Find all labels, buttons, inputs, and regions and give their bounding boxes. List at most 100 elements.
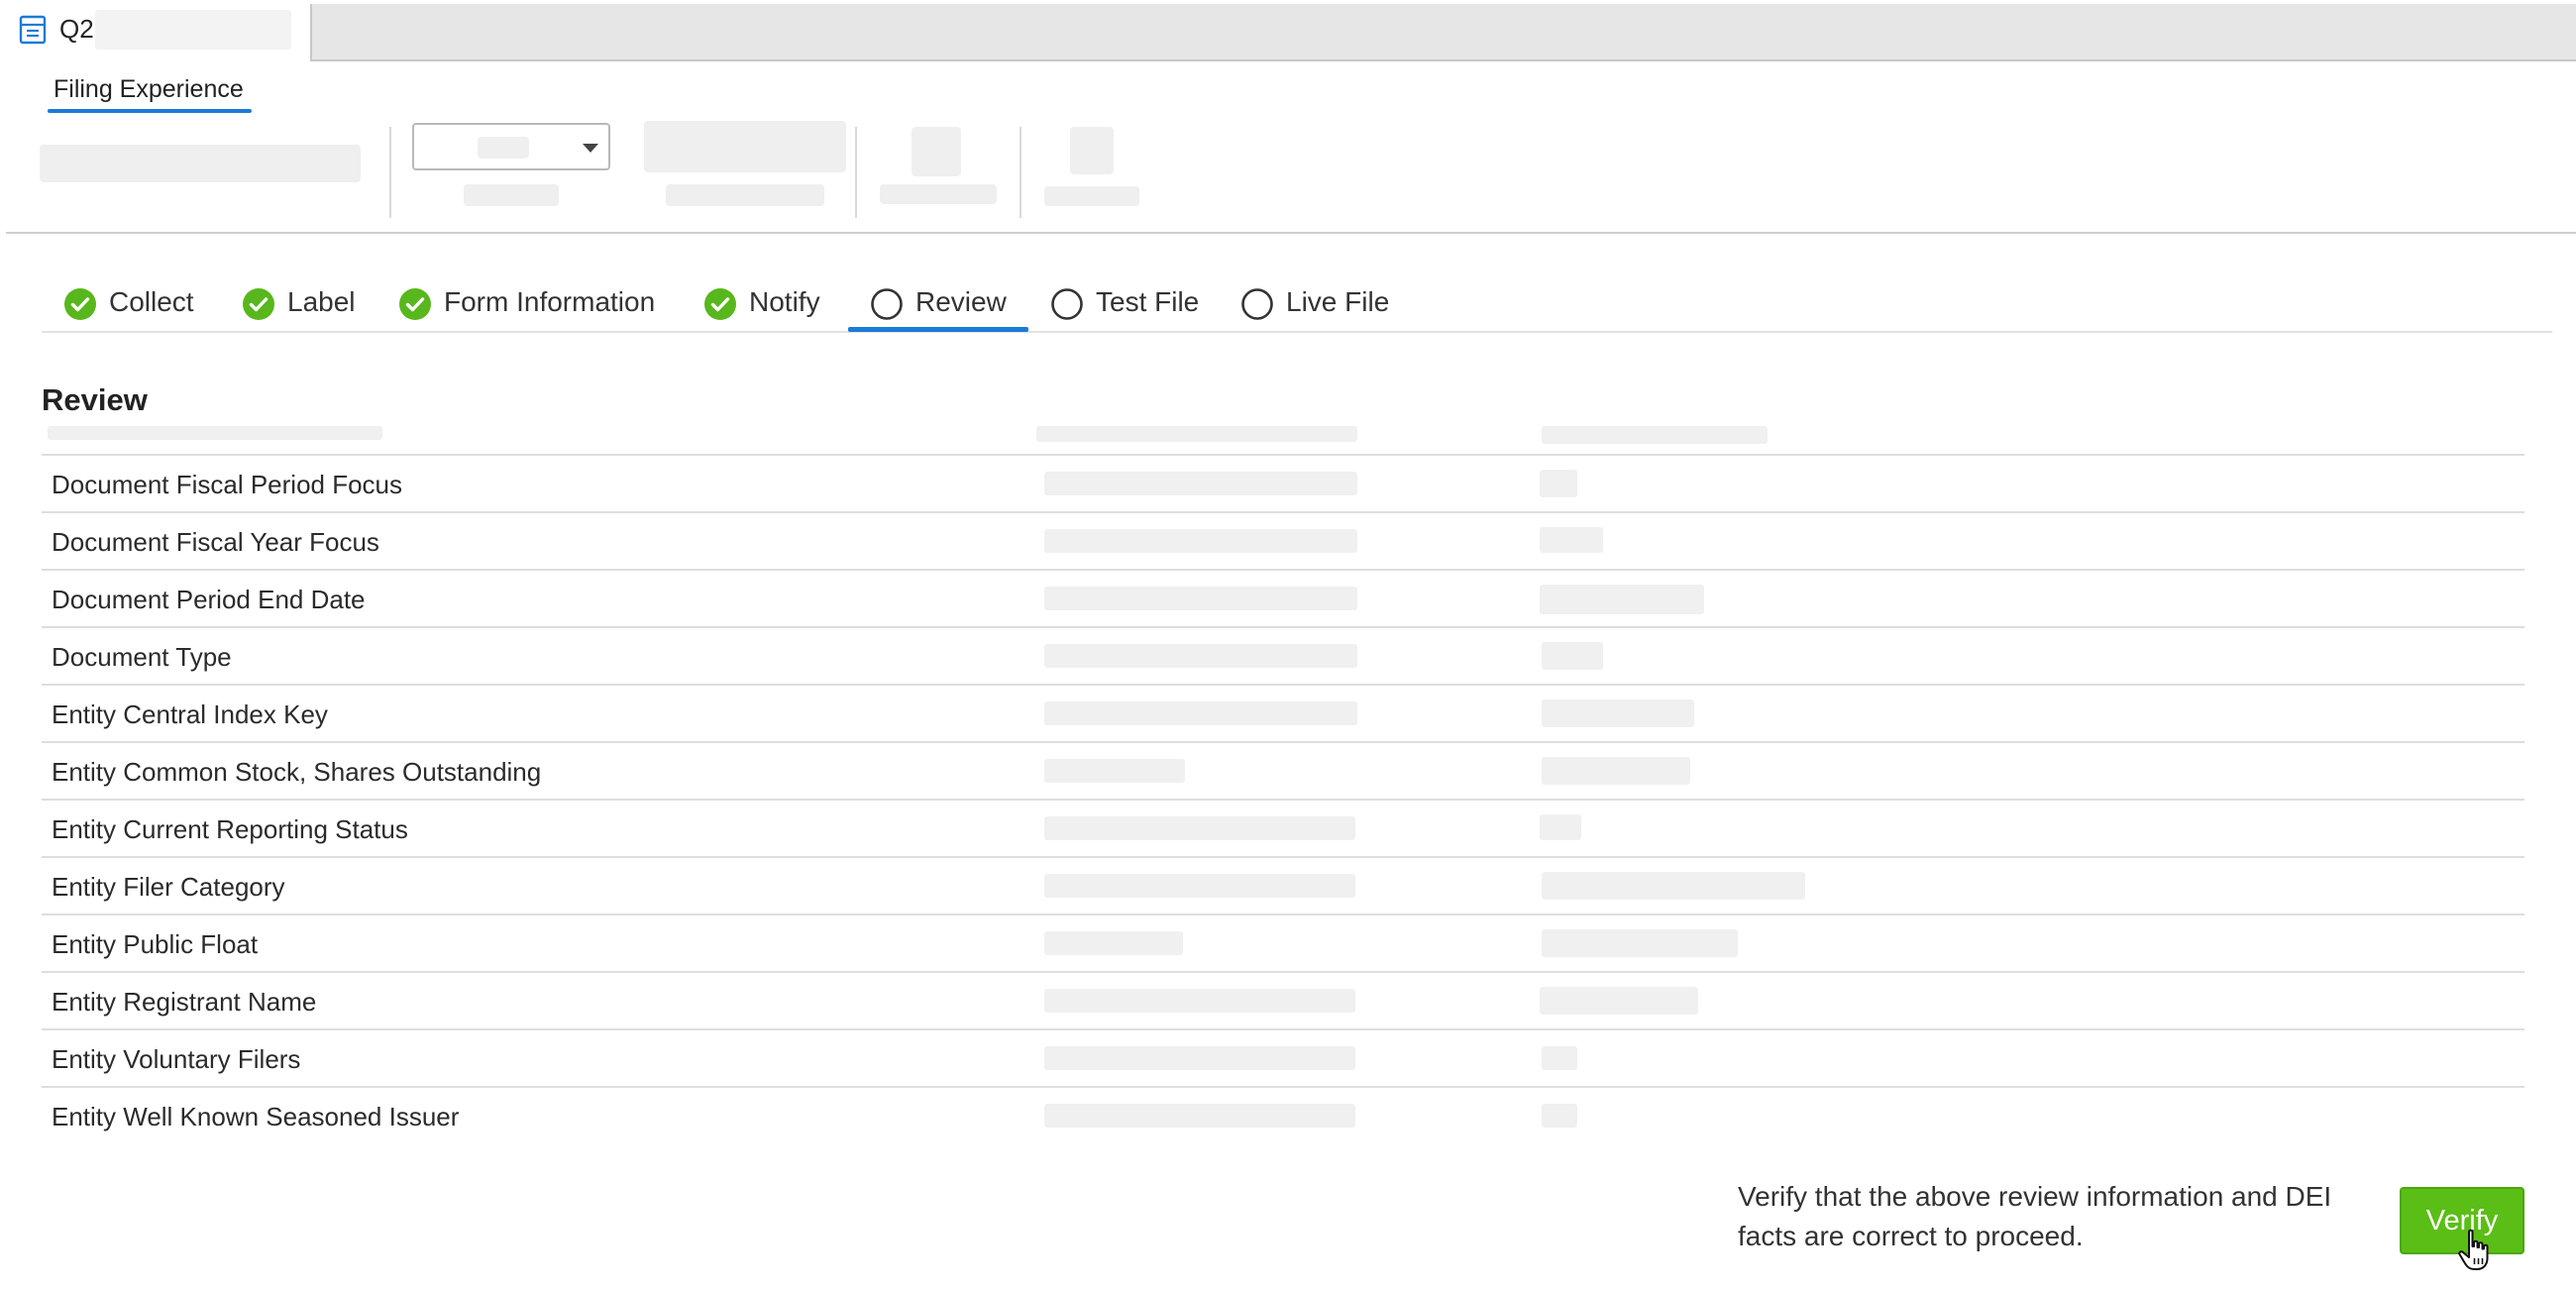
workflow-steps: Collect Label Form Information Notify Re… bbox=[42, 281, 2552, 333]
empty-circle-icon bbox=[1241, 288, 1273, 320]
value-skeleton bbox=[1044, 816, 1355, 840]
table-row: Document Period End Date bbox=[42, 571, 2524, 628]
header-skeleton bbox=[1542, 426, 1768, 444]
table-row: Entity Central Index Key bbox=[42, 686, 2524, 743]
verify-button[interactable]: Verify bbox=[2400, 1187, 2524, 1254]
step-label[interactable]: Label bbox=[242, 281, 356, 333]
toolbar-skeleton bbox=[1070, 127, 1114, 174]
value-skeleton bbox=[1044, 874, 1355, 898]
step-notify[interactable]: Notify bbox=[703, 281, 820, 333]
toolbar-skeleton bbox=[666, 184, 824, 206]
value-skeleton bbox=[1540, 527, 1603, 553]
value-skeleton bbox=[1044, 587, 1357, 610]
document-title: Q2 bbox=[59, 14, 94, 44]
value-skeleton bbox=[1542, 929, 1738, 957]
tab-bar-empty-area bbox=[310, 4, 2576, 61]
row-label: Entity Well Known Seasoned Issuer bbox=[52, 1102, 460, 1131]
step-form-information[interactable]: Form Information bbox=[398, 281, 655, 333]
toolbar-skeleton bbox=[1044, 186, 1139, 206]
table-row: Entity Registrant Name bbox=[42, 973, 2524, 1030]
row-label: Entity Common Stock, Shares Outstanding bbox=[52, 757, 542, 787]
verify-message: Verify that the above review information… bbox=[1738, 1181, 2332, 1251]
toolbar-divider bbox=[389, 127, 391, 218]
value-skeleton bbox=[1542, 699, 1694, 727]
empty-circle-icon bbox=[1051, 288, 1083, 320]
value-skeleton bbox=[1044, 1046, 1355, 1070]
value-skeleton bbox=[1542, 1104, 1577, 1128]
row-label: Entity Filer Category bbox=[52, 872, 285, 902]
row-label: Document Period End Date bbox=[52, 585, 366, 614]
step-label: Label bbox=[287, 286, 356, 317]
value-skeleton bbox=[1540, 814, 1581, 840]
value-skeleton bbox=[1044, 472, 1357, 495]
value-skeleton bbox=[1542, 1046, 1577, 1070]
chevron-down-icon bbox=[583, 144, 598, 153]
toolbar-skeleton bbox=[40, 145, 361, 182]
table-row: Document Type bbox=[42, 628, 2524, 686]
step-live-file[interactable]: Live File bbox=[1240, 281, 1389, 333]
table-row: Entity Common Stock, Shares Outstanding bbox=[42, 743, 2524, 801]
value-skeleton bbox=[1542, 642, 1603, 670]
step-test-file[interactable]: Test File bbox=[1050, 281, 1199, 333]
value-skeleton bbox=[1044, 989, 1355, 1013]
filing-toolbar bbox=[0, 109, 2576, 234]
row-label: Entity Registrant Name bbox=[52, 987, 317, 1017]
empty-circle-icon bbox=[871, 288, 903, 320]
document-tab[interactable]: Q2 bbox=[0, 0, 310, 61]
toolbar-skeleton bbox=[912, 127, 961, 176]
step-collect[interactable]: Collect bbox=[63, 281, 194, 333]
redacted-title bbox=[95, 10, 291, 50]
table-row: Entity Well Known Seasoned Issuer bbox=[42, 1088, 2524, 1145]
value-skeleton bbox=[1540, 470, 1577, 497]
table-row: Document Fiscal Period Focus bbox=[42, 456, 2524, 513]
value-skeleton bbox=[1044, 931, 1183, 955]
check-circle-icon bbox=[64, 288, 96, 320]
step-label: Collect bbox=[109, 286, 194, 317]
check-circle-icon bbox=[399, 288, 431, 320]
header-divider bbox=[6, 232, 2576, 234]
value-skeleton bbox=[1542, 872, 1805, 900]
header-skeleton bbox=[48, 426, 382, 440]
step-label: Review bbox=[915, 286, 1007, 317]
tab-filing-experience[interactable]: Filing Experience bbox=[48, 75, 252, 113]
value-skeleton bbox=[1044, 701, 1357, 725]
review-title: Review bbox=[42, 382, 148, 417]
step-label: Form Information bbox=[444, 286, 656, 317]
review-table: Document Fiscal Period Focus Document Fi… bbox=[42, 420, 2524, 1145]
value-skeleton bbox=[1542, 757, 1690, 785]
check-circle-icon bbox=[243, 288, 274, 320]
check-circle-icon bbox=[704, 288, 736, 320]
toolbar-skeleton bbox=[464, 184, 559, 206]
row-label: Entity Voluntary Filers bbox=[52, 1044, 301, 1074]
table-row: Entity Filer Category bbox=[42, 858, 2524, 915]
toolbar-divider bbox=[1020, 127, 1021, 218]
row-label: Document Fiscal Period Focus bbox=[52, 470, 403, 499]
document-icon bbox=[19, 15, 47, 45]
value-skeleton bbox=[1540, 987, 1698, 1015]
table-row: Document Fiscal Year Focus bbox=[42, 513, 2524, 571]
table-row: Entity Current Reporting Status bbox=[42, 801, 2524, 858]
value-skeleton bbox=[1044, 759, 1185, 783]
toolbar-divider bbox=[855, 127, 857, 218]
row-label: Document Fiscal Year Focus bbox=[52, 527, 379, 557]
toolbar-skeleton bbox=[644, 121, 846, 172]
step-label: Test File bbox=[1096, 286, 1200, 317]
step-label: Notify bbox=[749, 286, 820, 317]
table-row: Entity Voluntary Filers bbox=[42, 1030, 2524, 1088]
period-select-value-skeleton bbox=[478, 137, 529, 159]
value-skeleton bbox=[1044, 1104, 1355, 1128]
header-skeleton bbox=[1036, 426, 1357, 442]
value-skeleton bbox=[1044, 529, 1357, 553]
active-step-indicator bbox=[848, 327, 1028, 332]
value-skeleton bbox=[1044, 644, 1357, 668]
value-skeleton bbox=[1540, 585, 1704, 614]
period-select[interactable] bbox=[412, 123, 610, 170]
toolbar-skeleton bbox=[880, 184, 997, 204]
row-label: Entity Public Float bbox=[52, 929, 259, 959]
step-label: Live File bbox=[1286, 286, 1390, 317]
row-label: Document Type bbox=[52, 642, 232, 672]
document-tab-bar: Q2 bbox=[0, 0, 2576, 61]
row-label: Entity Central Index Key bbox=[52, 699, 328, 729]
row-label: Entity Current Reporting Status bbox=[52, 814, 408, 844]
step-review[interactable]: Review bbox=[870, 281, 1007, 333]
